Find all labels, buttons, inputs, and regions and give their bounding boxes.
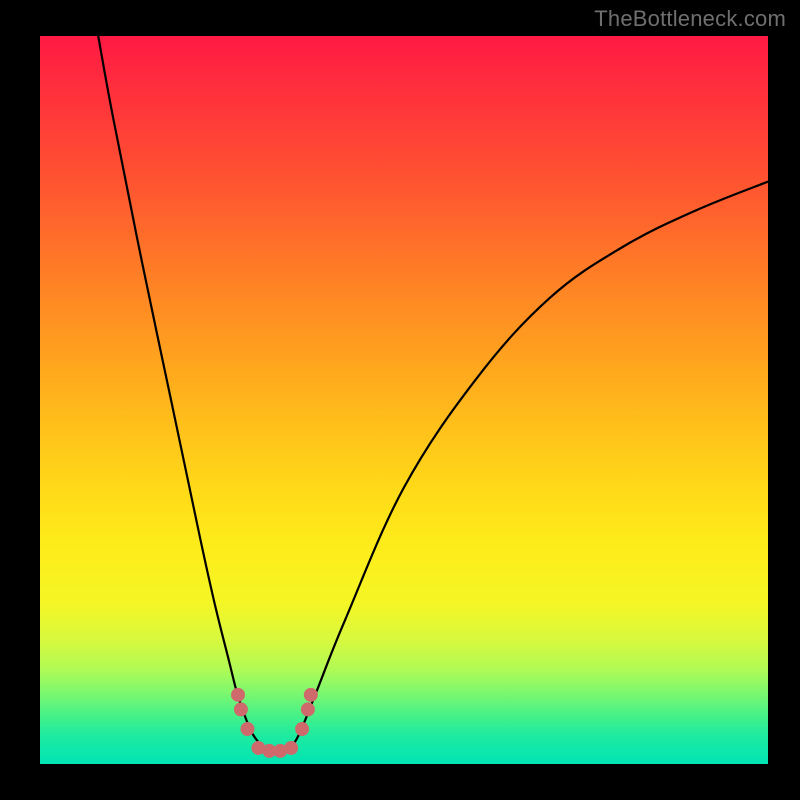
chart-frame: TheBottleneck.com — [0, 0, 800, 800]
plot-area — [40, 36, 768, 764]
data-marker — [240, 722, 254, 736]
data-marker — [304, 688, 318, 702]
data-marker — [301, 702, 315, 716]
data-marker — [295, 722, 309, 736]
curve-markers — [231, 688, 318, 758]
watermark-text: TheBottleneck.com — [594, 6, 786, 32]
bottleneck-curve — [98, 36, 768, 754]
chart-svg — [40, 36, 768, 764]
data-marker — [234, 702, 248, 716]
data-marker — [284, 741, 298, 755]
data-marker — [231, 688, 245, 702]
